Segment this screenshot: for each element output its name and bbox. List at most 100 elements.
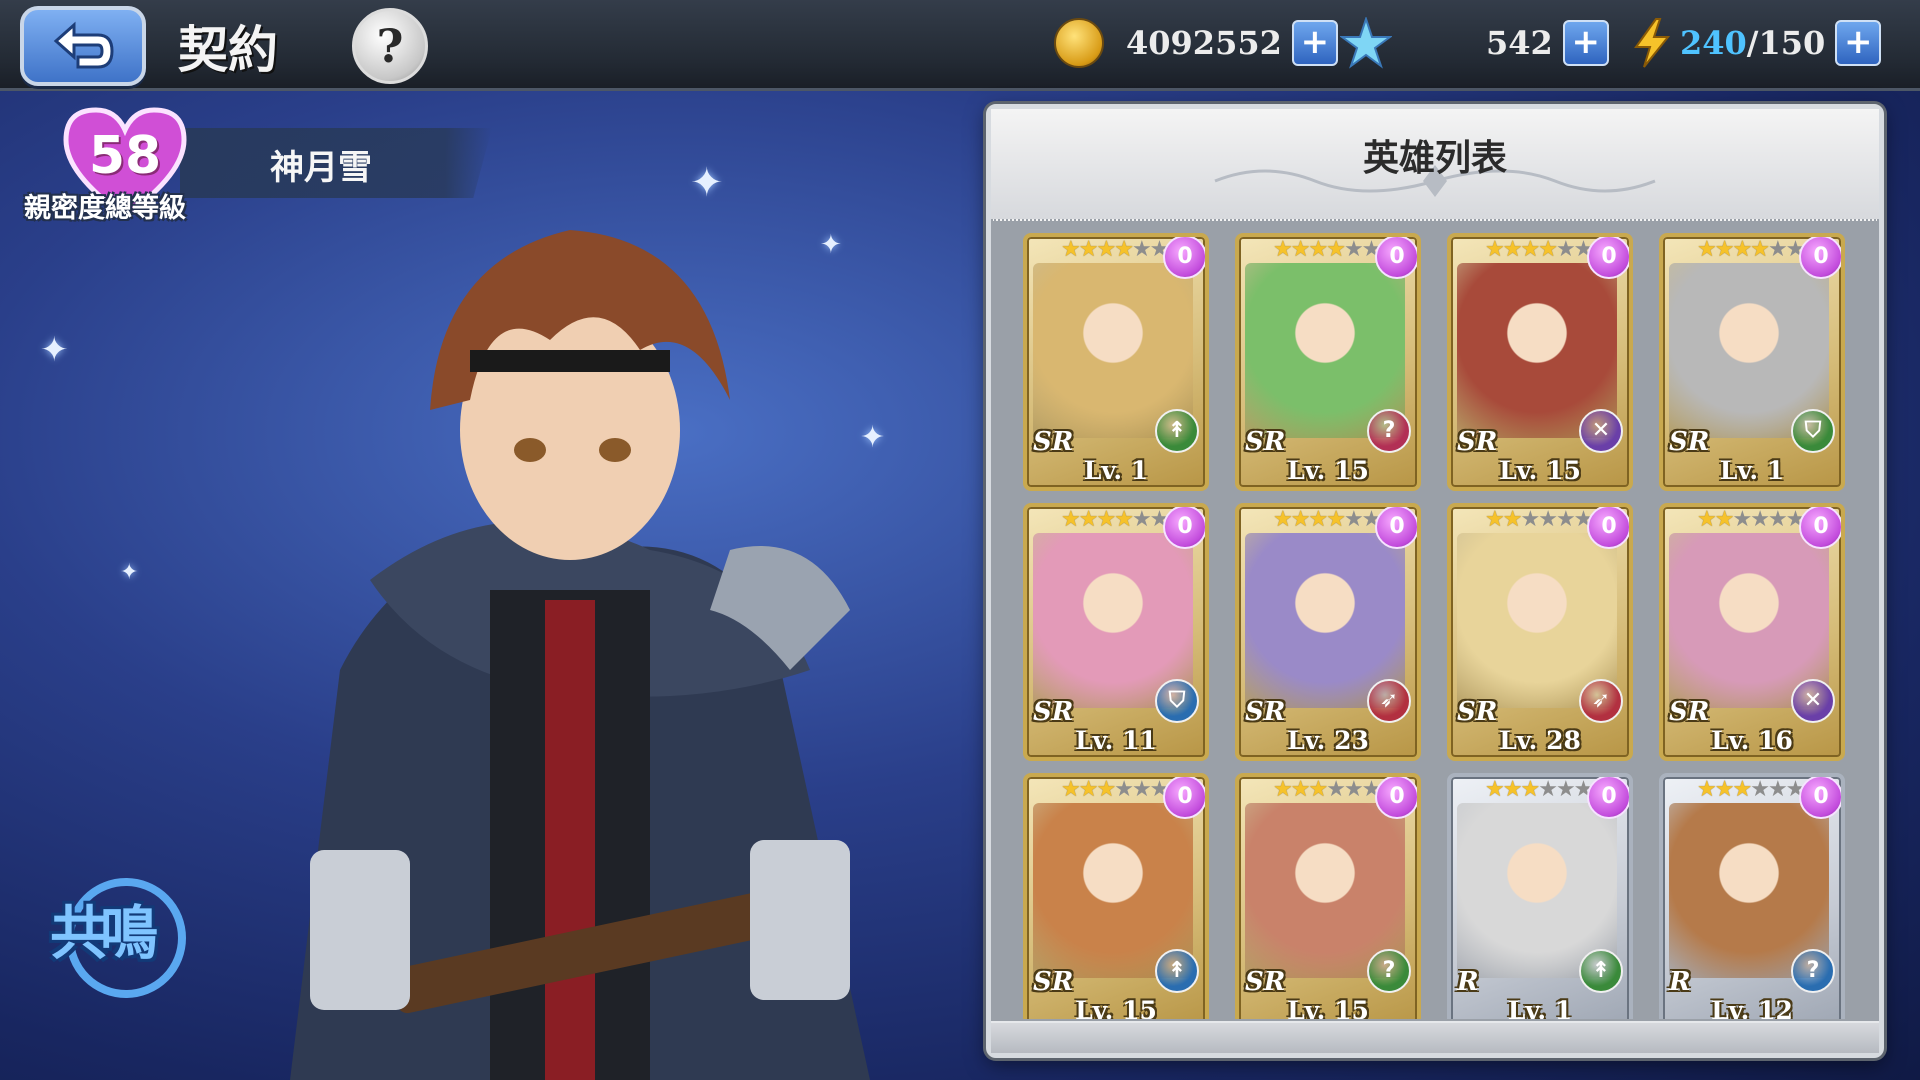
hero-affinity-heart: 0 [1587,237,1629,279]
hero-card[interactable]: ★★★★★★ 0 SR ⛉ Lv. 1 [1659,233,1845,491]
star-icon: ★ [1096,777,1116,802]
crystal-amount: 542 [1486,24,1553,62]
hero-affinity-heart: 0 [1375,507,1417,549]
star-icon: ★ [1326,507,1346,532]
star-icon: ★ [1538,777,1558,802]
hero-star-rating: ★★★★★★ [1061,777,1169,802]
hero-card[interactable]: ★★★★★★ 0 SR? Lv. 15 [1235,233,1421,491]
star-icon: ★ [1273,507,1293,532]
hero-level: Lv. 12 [1711,996,1793,1019]
gold-resource: 4092552 + [1054,18,1338,68]
star-icon: ★ [1555,777,1576,802]
hero-card[interactable]: ★★★★★★ 0 SR ➶ Lv. 28 [1447,503,1633,761]
sparkle-decoration: ✦ [120,560,139,585]
star-icon: ★ [1114,507,1134,532]
star-icon: ★ [1697,237,1717,262]
gold-amount: 4092552 [1126,24,1282,62]
panel-title: 英雄列表 [1362,137,1507,179]
hero-card[interactable]: ★★★★★★ 0 SR ↟ Lv. 1 [1023,233,1209,491]
sword-class-icon: ↟ [1155,409,1199,453]
hero-card[interactable]: ★★★★★★ 0 SR ↟ Lv. 15 [1023,773,1209,1019]
star-icon: ★ [1502,237,1523,262]
star-icon: ★ [1061,237,1081,262]
star-icon: ★ [1697,777,1717,802]
hero-rarity: SR [1669,697,1710,727]
add-stamina-button[interactable]: + [1835,20,1882,66]
star-icon: ★ [1078,777,1099,802]
hero-rarity: SR [1245,697,1286,727]
mystic-class-icon: ? [1367,409,1411,453]
star-icon: ★ [1697,507,1717,532]
top-bar: 契約 ? 4092552 + 542 + 240 / 150 + [0,0,1920,91]
hero-card[interactable]: ★★★★★★ 0 SR ✕ Lv. 16 [1659,503,1845,761]
hero-star-rating: ★★★★★★ [1697,237,1805,262]
star-icon: ★ [1538,237,1558,262]
hero-rarity: SR [1245,967,1286,997]
hero-card[interactable]: ★★★★★★ 0 R ↟ Lv. 1 [1447,773,1633,1019]
hero-affinity-heart: 0 [1587,777,1629,819]
star-icon: ★ [1732,507,1752,532]
star-icon: ★ [1131,507,1152,532]
hero-level: Lv. 1 [1083,456,1149,485]
hero-star-rating: ★★★★★★ [1273,237,1381,262]
star-icon: ★ [1520,237,1540,262]
star-icon: ★ [1343,237,1364,262]
add-crystal-button[interactable]: + [1562,20,1609,66]
star-icon: ★ [1131,237,1152,262]
hero-level: Lv. 16 [1711,726,1793,755]
hero-level: Lv. 1 [1507,996,1573,1019]
star-icon: ★ [1714,507,1735,532]
hero-rarity: SR [1033,697,1074,727]
hero-star-rating: ★★★★★★ [1485,237,1593,262]
crystal-resource: 542 + [1340,17,1609,69]
hero-card[interactable]: ★★★★★★ 0 SR ✕ Lv. 15 [1447,233,1633,491]
star-icon: ★ [1273,777,1293,802]
star-icon: ★ [1343,777,1364,802]
hero-rarity: R [1669,967,1691,997]
stamina-separator: / [1746,24,1759,62]
star-icon: ★ [1308,777,1328,802]
star-icon: ★ [1096,507,1116,532]
hero-card[interactable]: ★★★★★★ 0 R? Lv. 12 [1659,773,1845,1019]
star-icon: ★ [1485,507,1505,532]
shield-class-icon: ⛉ [1791,409,1835,453]
star-icon: ★ [1714,777,1735,802]
mystic-class-icon: ? [1791,949,1835,993]
hero-star-rating: ★★★★★★ [1061,507,1169,532]
help-button[interactable]: ? [352,8,428,84]
hero-rarity: SR [1033,967,1074,997]
lightning-icon [1634,18,1671,68]
star-icon: ★ [1326,237,1346,262]
affinity-total-label: 親密度總等級 [24,193,186,224]
star-icon: ★ [1555,507,1576,532]
hero-rarity: SR [1457,697,1498,727]
hero-card[interactable]: ★★★★★★ 0 SR? Lv. 15 [1235,773,1421,1019]
resonance-button[interactable]: 共鳴 [44,866,194,1006]
star-icon: ★ [1538,507,1558,532]
star-crystal-icon [1340,17,1392,69]
hero-affinity-heart: 0 [1375,237,1417,279]
star-icon: ★ [1308,237,1328,262]
star-icon: ★ [1078,237,1099,262]
hero-affinity-heart: 0 [1375,777,1417,819]
hero-card[interactable]: ★★★★★★ 0 SR ➶ Lv. 23 [1235,503,1421,761]
hero-card[interactable]: ★★★★★★ 0 SR ⛉ Lv. 11 [1023,503,1209,761]
resonance-label: 共鳴 [50,899,158,967]
affinity-level-number: 58 [88,126,162,186]
hero-star-rating: ★★★★★★ [1485,507,1593,532]
hero-affinity-heart: 0 [1799,777,1841,819]
hero-star-rating: ★★★★★★ [1697,507,1805,532]
hero-character-figure [290,230,870,1080]
hero-level: Lv. 11 [1075,726,1157,755]
mystic-class-icon: ? [1367,949,1411,993]
stamina-max: 150 [1758,24,1826,62]
star-icon: ★ [1114,777,1134,802]
hero-level: Lv. 15 [1075,996,1157,1019]
star-icon: ★ [1290,237,1311,262]
hero-level: Lv. 28 [1499,726,1581,755]
back-button[interactable] [20,6,146,86]
add-gold-button[interactable]: + [1291,20,1338,66]
star-icon: ★ [1502,507,1523,532]
star-icon: ★ [1290,507,1311,532]
star-icon: ★ [1485,777,1505,802]
